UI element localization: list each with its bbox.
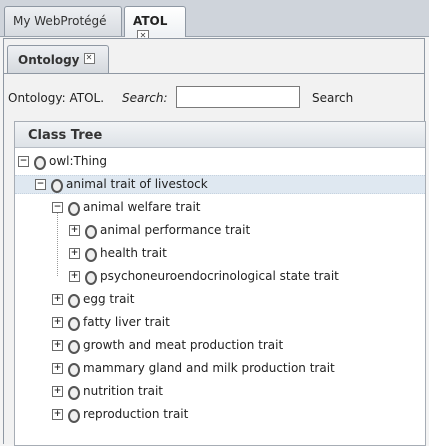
- class-icon: [85, 271, 97, 285]
- tree-node-label[interactable]: nutrition trait: [83, 380, 163, 403]
- class-tree-title: Class Tree: [15, 122, 425, 148]
- expand-icon[interactable]: +: [69, 271, 80, 282]
- class-icon: [85, 225, 97, 239]
- tree-node[interactable]: + fatty liver trait: [15, 311, 425, 334]
- search-bar: Ontology: ATOL. Search: Search: [4, 83, 424, 113]
- ontology-panel: Ontology ✕ Ontology: ATOL. Search: Search…: [3, 38, 426, 446]
- expand-icon[interactable]: +: [52, 363, 63, 374]
- search-input[interactable]: [176, 86, 300, 108]
- tree-node-label[interactable]: animal trait of livestock: [66, 173, 208, 196]
- tree-node-label[interactable]: owl:Thing: [49, 150, 107, 173]
- class-icon: [68, 317, 80, 331]
- class-icon: [68, 202, 80, 216]
- expand-icon[interactable]: +: [69, 225, 80, 236]
- tree-node[interactable]: + reproduction trait: [15, 403, 425, 426]
- tab-label: Ontology: [18, 53, 80, 67]
- tab-divider: [4, 73, 424, 74]
- search-label: Search:: [122, 91, 168, 105]
- class-tree-panel: Class Tree − owl:Thing − animal trait of li…: [14, 121, 426, 446]
- tree-node-label[interactable]: egg trait: [83, 288, 134, 311]
- tree-node[interactable]: + mammary gland and milk production trait: [15, 357, 425, 380]
- tab-my-webprotege[interactable]: My WebProtégé: [4, 6, 122, 36]
- tree-node-label[interactable]: animal welfare trait: [83, 196, 201, 219]
- tree-node[interactable]: − animal welfare trait: [15, 196, 425, 219]
- tree-node[interactable]: + health trait: [15, 242, 425, 265]
- class-icon: [85, 248, 97, 262]
- tree-node-label[interactable]: health trait: [100, 242, 167, 265]
- class-tree: − owl:Thing − animal trait of livestock − ani…: [15, 148, 425, 426]
- class-icon: [68, 294, 80, 308]
- expand-icon[interactable]: +: [52, 340, 63, 351]
- expand-icon[interactable]: +: [52, 386, 63, 397]
- class-icon: [68, 363, 80, 377]
- tab-ontology[interactable]: Ontology ✕: [7, 45, 109, 73]
- tree-node-label[interactable]: growth and meat production trait: [83, 334, 283, 357]
- tree-node[interactable]: − animal trait of livestock: [15, 173, 425, 196]
- tree-node-label[interactable]: animal performance trait: [100, 219, 250, 242]
- ontology-name-label: Ontology: ATOL.: [8, 91, 105, 105]
- search-button[interactable]: Search: [308, 88, 357, 108]
- class-icon: [68, 340, 80, 354]
- class-icon: [68, 409, 80, 423]
- expand-icon[interactable]: +: [69, 248, 80, 259]
- tree-node[interactable]: + growth and meat production trait: [15, 334, 425, 357]
- tree-node[interactable]: − owl:Thing: [15, 150, 425, 173]
- collapse-icon[interactable]: −: [18, 156, 29, 167]
- tree-node[interactable]: + psychoneuroendocrinological state trait: [15, 265, 425, 288]
- tree-node-label[interactable]: reproduction trait: [83, 403, 188, 426]
- expand-icon[interactable]: +: [52, 409, 63, 420]
- top-tab-bar: My WebProtégé ATOL✕: [0, 0, 429, 42]
- tree-node-label[interactable]: fatty liver trait: [83, 311, 170, 334]
- collapse-icon[interactable]: −: [35, 179, 46, 190]
- tree-node[interactable]: + egg trait: [15, 288, 425, 311]
- close-icon[interactable]: ✕: [83, 53, 95, 64]
- tree-node[interactable]: + animal performance trait: [15, 219, 425, 242]
- tree-node-label[interactable]: mammary gland and milk production trait: [83, 357, 335, 380]
- tab-label: ATOL: [133, 14, 168, 28]
- class-icon: [68, 386, 80, 400]
- tree-connector: [57, 213, 58, 276]
- expand-icon[interactable]: +: [52, 317, 63, 328]
- collapse-icon[interactable]: −: [52, 202, 63, 213]
- tree-node[interactable]: + nutrition trait: [15, 380, 425, 403]
- tab-atol[interactable]: ATOL✕: [124, 6, 186, 42]
- class-icon: [51, 179, 63, 193]
- class-icon: [34, 156, 46, 170]
- expand-icon[interactable]: +: [52, 294, 63, 305]
- tree-node-label[interactable]: psychoneuroendocrinological state trait: [100, 265, 339, 288]
- tab-label: My WebProtégé: [13, 14, 107, 28]
